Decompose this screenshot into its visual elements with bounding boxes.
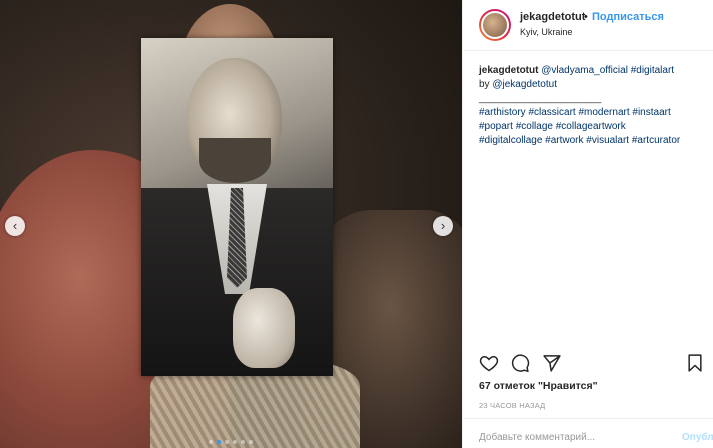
carousel-dot xyxy=(217,440,221,444)
prev-slide-button[interactable]: ‹ xyxy=(5,216,25,236)
header-separator: • xyxy=(584,11,588,23)
caption-mention-2[interactable]: @jekagdetotut xyxy=(492,79,557,90)
comment-input[interactable]: Добавьте комментарий... xyxy=(479,432,595,443)
carousel-dot xyxy=(241,440,245,444)
avatar-image xyxy=(481,11,509,39)
collage-photo xyxy=(141,38,333,376)
photo-hand xyxy=(233,288,295,368)
likes-count[interactable]: 67 отметок "Нравится" xyxy=(479,380,598,392)
post-time[interactable]: 23 ЧАСОВ НАЗАД xyxy=(479,401,545,410)
publish-button[interactable]: Опубл. xyxy=(682,432,713,443)
carousel-dot xyxy=(225,440,229,444)
post-media[interactable]: ‹ › xyxy=(0,0,462,448)
location-link[interactable]: Kyiv, Ukraine xyxy=(520,27,572,37)
caption-tags-2[interactable]: #popart #collage #collageartwork xyxy=(479,120,709,134)
carousel-dots xyxy=(0,440,462,444)
carousel-dot xyxy=(209,440,213,444)
carousel-dot xyxy=(249,440,253,444)
follow-button[interactable]: Подписаться xyxy=(592,11,664,23)
caption-tags-3[interactable]: #digitalcollage #artwork #visualart #art… xyxy=(479,134,709,148)
comment-icon[interactable] xyxy=(510,353,530,373)
photo-beard xyxy=(199,138,271,183)
bookmark-icon[interactable] xyxy=(685,353,705,373)
share-icon[interactable] xyxy=(542,353,562,373)
carousel-dot xyxy=(233,440,237,444)
heart-icon[interactable] xyxy=(479,353,499,373)
post-header: jekagdetotut • Подписаться Kyiv, Ukraine xyxy=(463,0,713,51)
caption-author[interactable]: jekagdetotut xyxy=(479,65,538,76)
caption-tag-digitalart[interactable]: #digitalart xyxy=(631,65,674,76)
post-caption: jekagdetotut @vladyama_official #digital… xyxy=(479,64,709,148)
chevron-right-icon: › xyxy=(440,218,446,233)
next-slide-button[interactable]: › xyxy=(433,216,453,236)
post-sidebar: jekagdetotut • Подписаться Kyiv, Ukraine… xyxy=(462,0,713,448)
action-bar xyxy=(479,353,703,373)
avatar[interactable] xyxy=(479,9,511,41)
username-link[interactable]: jekagdetotut xyxy=(520,11,585,23)
caption-by: by xyxy=(479,79,490,90)
comment-form: Добавьте комментарий... Опубл. xyxy=(463,418,713,448)
caption-mention-1[interactable]: @vladyama_official xyxy=(541,65,628,76)
caption-divider: ______________________ xyxy=(479,93,602,104)
caption-tags-1[interactable]: #arthistory #classicart #modernart #inst… xyxy=(479,106,709,120)
chevron-left-icon: ‹ xyxy=(12,218,18,233)
